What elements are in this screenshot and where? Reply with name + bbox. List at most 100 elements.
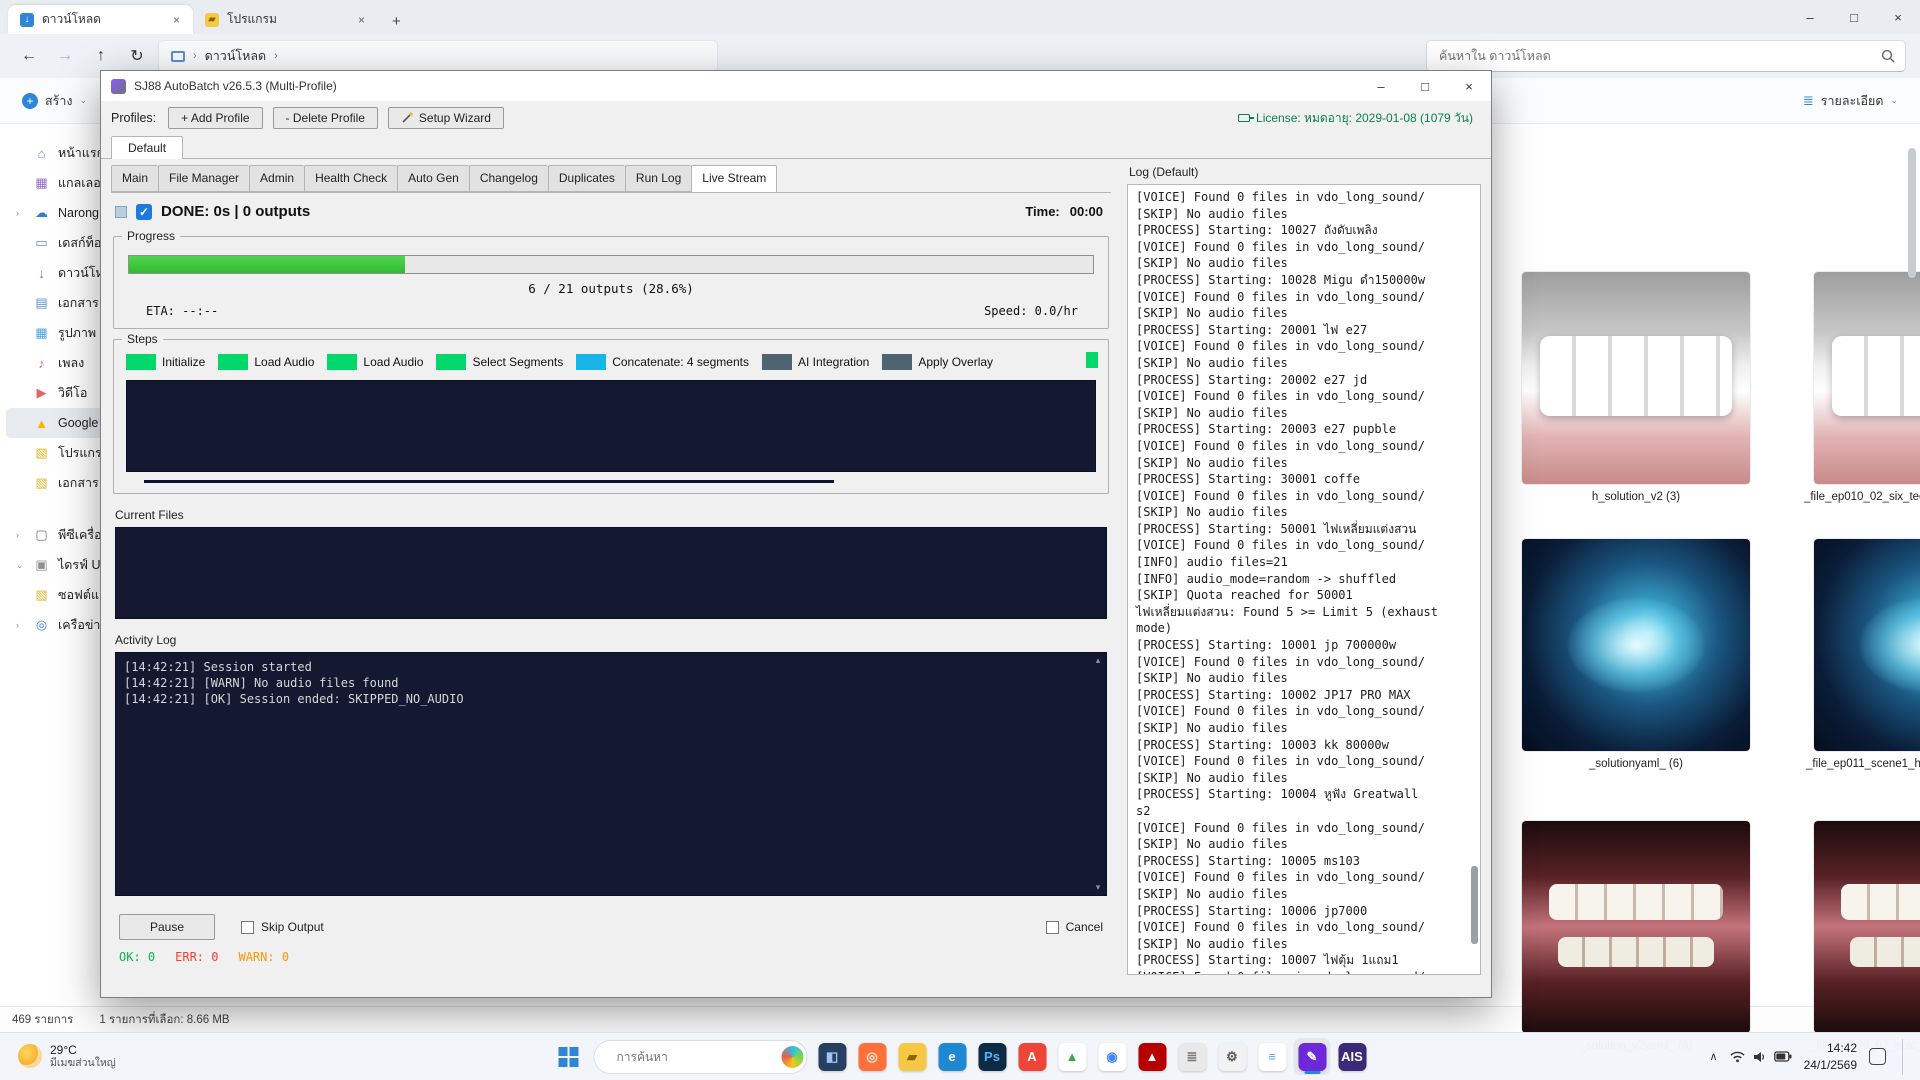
refresh-button[interactable]: ↻	[122, 41, 152, 71]
taskbar-app-icon[interactable]: ▲	[1054, 1038, 1091, 1075]
taskbar-app-icon[interactable]: Ps	[974, 1038, 1011, 1075]
main-tab[interactable]: Main	[111, 165, 158, 192]
taskbar-app-icon[interactable]: ≡	[1254, 1038, 1291, 1075]
forward-button[interactable]: →	[50, 41, 80, 71]
file-item[interactable]: _file_ep011_scene1_hyperloop_problemyaml…	[1802, 539, 1920, 787]
close-button[interactable]: ×	[1447, 71, 1491, 101]
main-tab[interactable]: Changelog	[469, 165, 548, 192]
main-tab[interactable]: Auto Gen	[397, 165, 469, 192]
app-glyph: ◧	[818, 1043, 846, 1071]
add-profile-button[interactable]: + Add Profile	[168, 107, 262, 129]
breadcrumb-folder[interactable]: ดาวน์โหลด	[205, 46, 266, 66]
start-button[interactable]	[550, 1038, 588, 1076]
taskbar-app-icon[interactable]: e	[934, 1038, 971, 1075]
taskbar-app-icon[interactable]: ✎	[1294, 1038, 1331, 1075]
eta-text: ETA: --:--	[146, 304, 218, 318]
activity-log-console[interactable]: [14:42:21] Session started [14:42:21] [W…	[115, 652, 1107, 896]
main-tab[interactable]: File Manager	[158, 165, 249, 192]
explorer-tab-downloads[interactable]: ↓ ดาวน์โหลด ×	[8, 5, 193, 34]
main-tab[interactable]: Duplicates	[548, 165, 625, 192]
app-icon	[111, 79, 126, 94]
taskbar-app-icon[interactable]: ◉	[1094, 1038, 1131, 1075]
notification-center-icon[interactable]	[1869, 1048, 1886, 1065]
details-view-button[interactable]: ≣ รายละเอียด ⌄	[1803, 91, 1898, 111]
license-key-icon	[1238, 114, 1250, 122]
main-tab[interactable]: Run Log	[625, 165, 691, 192]
minimize-button[interactable]: –	[1788, 0, 1832, 34]
steps-scroll-track[interactable]	[144, 480, 834, 483]
step-chip: Concatenate: 4 segments	[576, 354, 749, 370]
step-chip: Load Audio	[327, 354, 423, 370]
main-tab[interactable]: Admin	[249, 165, 304, 192]
step-label: Select Segments	[472, 355, 563, 369]
taskbar-search[interactable]	[594, 1040, 808, 1074]
step-label: AI Integration	[798, 355, 869, 369]
skip-output-checkbox[interactable]: Skip Output	[241, 920, 324, 934]
done-checkbox[interactable]: ✓	[136, 204, 152, 220]
file-thumbnail[interactable]	[1814, 821, 1920, 1033]
taskbar-clock[interactable]: 14:42 24/1/2569	[1804, 1040, 1857, 1072]
autobatch-title-bar[interactable]: SJ88 AutoBatch v26.5.3 (Multi-Profile) –…	[101, 71, 1491, 101]
maximize-button[interactable]: □	[1403, 71, 1447, 101]
taskbar-app-icon[interactable]: ◎	[854, 1038, 891, 1075]
new-button[interactable]: + สร้าง ⌄	[22, 91, 87, 111]
close-button[interactable]: ×	[1876, 0, 1920, 34]
log-panel[interactable]: [VOICE] Found 0 files in vdo_long_sound/…	[1127, 184, 1481, 975]
taskbar-app-icon[interactable]: ⚙	[1214, 1038, 1251, 1075]
scrollbar-thumb[interactable]	[1471, 866, 1478, 944]
main-tab[interactable]: Health Check	[304, 165, 397, 192]
tray-icons[interactable]	[1730, 1051, 1792, 1063]
file-item[interactable]: _file_ep010_02_six_teeth_brush_solution_…	[1802, 272, 1920, 505]
setup-wizard-button[interactable]: Setup Wizard	[388, 107, 504, 129]
explorer-scrollbar[interactable]	[1907, 134, 1917, 996]
back-button[interactable]: ←	[14, 41, 44, 71]
file-thumbnail[interactable]	[1814, 272, 1920, 484]
profile-tab-default[interactable]: Default	[111, 136, 183, 159]
close-tab-icon[interactable]: ×	[170, 13, 183, 27]
checkbox-icon[interactable]	[241, 921, 254, 934]
taskbar-app-icon[interactable]: ◧	[814, 1038, 851, 1075]
breadcrumb[interactable]: › ดาวน์โหลด ›	[158, 40, 718, 72]
main-tab-strip: Main File Manager Admin Health Check Aut…	[111, 165, 1111, 192]
taskbar-app-icon[interactable]: ▲	[1134, 1038, 1171, 1075]
taskbar-app-icon[interactable]: AIS	[1334, 1038, 1371, 1075]
progress-bar	[128, 255, 1094, 274]
scrollbar-thumb[interactable]	[1908, 148, 1916, 278]
file-thumbnail[interactable]	[1522, 539, 1750, 751]
file-thumbnail[interactable]	[1814, 539, 1920, 751]
weather-widget[interactable]: 29°C มีเมฆส่วนใหญ่	[10, 1039, 124, 1074]
checkbox-icon[interactable]	[1046, 921, 1059, 934]
main-tab[interactable]: Live Stream	[691, 165, 777, 193]
explorer-tab-programs[interactable]: ▰ โปรแกรม ×	[193, 5, 378, 34]
file-item[interactable]: _solutionyaml_ (6)	[1510, 539, 1762, 787]
activity-log-scrollbar[interactable]: ▴ ▾	[1092, 655, 1104, 893]
search-icon	[1881, 49, 1895, 63]
cancel-checkbox[interactable]: Cancel	[1046, 920, 1103, 934]
tray-expand-icon[interactable]: ∧	[1710, 1050, 1718, 1063]
time-label: Time:	[1025, 204, 1059, 219]
explorer-search-input[interactable]	[1437, 48, 1873, 64]
log-scrollbar[interactable]	[1470, 187, 1479, 972]
taskbar-search-input[interactable]	[615, 1049, 774, 1065]
explorer-search-box[interactable]	[1426, 40, 1906, 72]
delete-profile-button[interactable]: - Delete Profile	[273, 107, 378, 129]
show-desktop-strip[interactable]	[1902, 1039, 1906, 1075]
taskbar-app-icon[interactable]: A	[1014, 1038, 1051, 1075]
close-tab-icon[interactable]: ×	[355, 13, 368, 27]
file-thumbnail[interactable]	[1522, 821, 1750, 1033]
taskbar-app-icon[interactable]: ▰	[894, 1038, 931, 1075]
minimize-button[interactable]: –	[1359, 71, 1403, 101]
maximize-button[interactable]: □	[1832, 0, 1876, 34]
scroll-up-icon[interactable]: ▴	[1096, 655, 1101, 666]
scroll-down-icon[interactable]: ▾	[1096, 882, 1101, 893]
new-tab-button[interactable]: +	[384, 13, 409, 30]
file-item[interactable]: h_solution_v2 (3)	[1510, 272, 1762, 505]
time-value: 00:00	[1070, 204, 1103, 219]
file-thumbnail[interactable]	[1522, 272, 1750, 484]
up-button[interactable]: ↑	[86, 41, 116, 71]
sidebar-item-icon: ▧	[34, 445, 49, 461]
taskbar-app-icon[interactable]: ≣	[1174, 1038, 1211, 1075]
pause-button[interactable]: Pause	[119, 914, 215, 940]
app-glyph: ▲	[1138, 1043, 1166, 1071]
stop-button[interactable]	[115, 206, 127, 218]
